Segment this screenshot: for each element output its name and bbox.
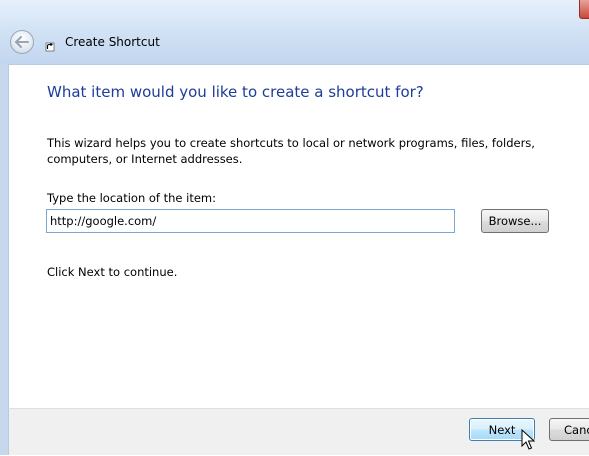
wizard-description: This wizard helps you to create shortcut… [47, 136, 535, 166]
wizard-content: What item would you like to create a sho… [8, 64, 589, 408]
continue-instruction: Click Next to continue. [47, 265, 178, 279]
location-input[interactable] [46, 209, 455, 233]
back-arrow-icon [15, 36, 29, 48]
shortcut-arrow-icon [45, 42, 55, 52]
location-label: Type the location of the item: [47, 191, 217, 205]
back-button[interactable] [10, 30, 34, 54]
page-heading: What item would you like to create a sho… [47, 83, 424, 101]
window-frame: Create Shortcut What item would you like… [0, 0, 589, 455]
title-bar [0, 0, 589, 64]
close-button[interactable] [579, 0, 589, 19]
window-title: Create Shortcut [65, 35, 160, 49]
browse-button[interactable]: Browse... [481, 209, 549, 233]
mouse-cursor-icon [521, 429, 535, 450]
cancel-button[interactable]: Cancel [549, 418, 589, 441]
button-bar: Next Cancel [8, 408, 589, 455]
